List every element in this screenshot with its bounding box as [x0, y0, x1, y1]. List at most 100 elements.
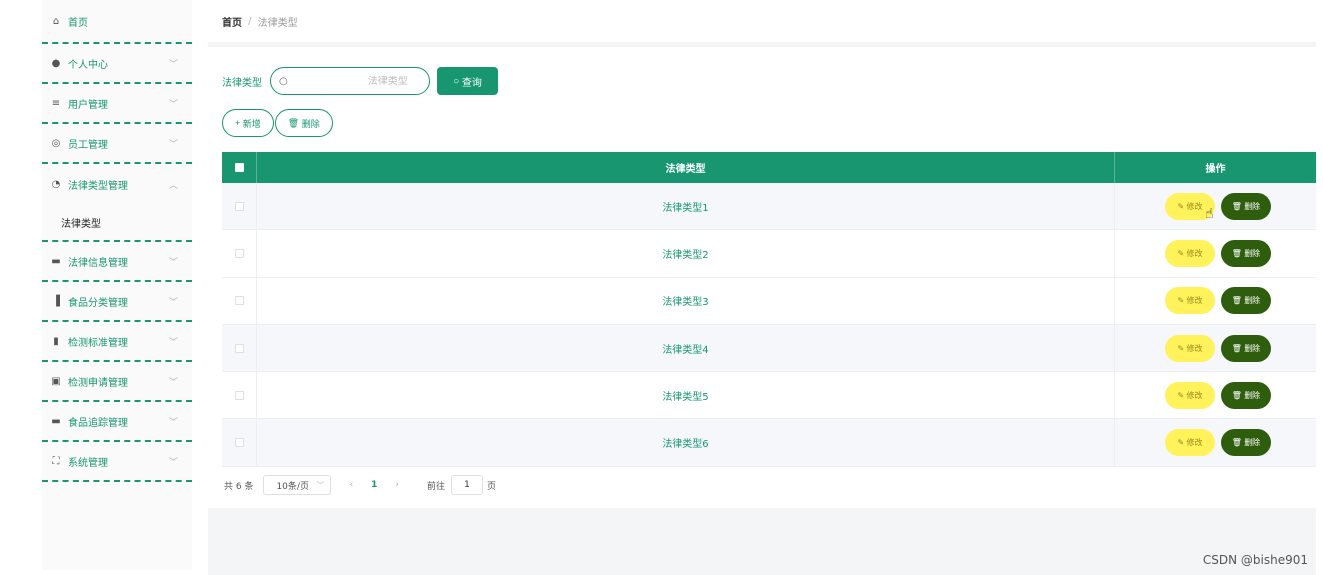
header-select-cell: [222, 152, 257, 183]
sidebar-item-employee-management[interactable]: ◎ 员工管理 ﹀: [42, 124, 192, 164]
search-icon: ○: [453, 75, 462, 87]
edit-button[interactable]: ✎ 修改: [1165, 429, 1215, 457]
sidebar-item-label: 法律类型管理: [68, 180, 128, 192]
edit-label: 修改: [1186, 390, 1203, 400]
chevron-up-icon: ︿: [168, 181, 178, 191]
hand-cursor-icon: ☝: [1205, 206, 1214, 222]
table-row: 法律类型2 ✎ 修改 🗑 删除: [222, 230, 1316, 278]
sidebar-item-system-management[interactable]: ⛶ 系统管理 ﹀: [42, 442, 192, 482]
table-header: 法律类型 操作: [222, 152, 1316, 183]
table-row: 法律类型5 ✎ 修改 🗑 删除: [222, 372, 1316, 420]
delete-button[interactable]: 🗑 删除: [1221, 192, 1271, 220]
next-page-button[interactable]: ›: [395, 480, 399, 490]
edit-icon: ✎: [1177, 343, 1187, 353]
batch-delete-button[interactable]: 🗑 删除: [274, 109, 333, 137]
table-row: 法律类型4 ✎ 修改 🗑 删除: [222, 324, 1316, 373]
row-checkbox[interactable]: [234, 201, 244, 211]
row-law-type: 法律类型2: [257, 230, 1115, 277]
user-icon: ●: [51, 57, 61, 69]
edit-button[interactable]: ✎ 修改: [1165, 287, 1215, 315]
add-button[interactable]: + 新增: [222, 109, 274, 137]
batch-delete-label: 删除: [301, 118, 320, 129]
chevron-down-icon: ﹀: [168, 60, 178, 70]
breadcrumb-home[interactable]: 首页: [222, 14, 242, 29]
chevron-down-icon: ﹀: [168, 338, 178, 348]
row-law-type: 法律类型6: [257, 419, 1115, 466]
sidebar-item-home[interactable]: ⌂ 首页: [42, 0, 192, 44]
trash-icon: 🗑: [287, 117, 302, 128]
sidebar-item-label: 检测申请管理: [68, 377, 128, 389]
sidebar-item-label: 检测标准管理: [68, 337, 128, 349]
row-checkbox[interactable]: [234, 343, 244, 353]
table-row: 法律类型1 ✎ 修改 🗑 删除: [222, 183, 1316, 231]
trash-icon: 🗑: [1231, 390, 1245, 400]
sidebar-item-label: 系统管理: [68, 457, 108, 469]
search-input[interactable]: [287, 75, 408, 87]
row-operations: ✎ 修改 🗑 删除: [1115, 419, 1316, 465]
search-field[interactable]: ○: [270, 67, 430, 95]
row-operations: ✎ 修改 🗑 删除: [1115, 183, 1316, 229]
prev-page-button[interactable]: ‹: [349, 480, 353, 490]
delete-label: 删除: [1244, 201, 1261, 211]
row-checkbox[interactable]: [234, 248, 244, 258]
edit-button[interactable]: ✎ 修改: [1165, 381, 1215, 409]
watermark: CSDN @bishe901: [1202, 553, 1308, 567]
query-button-label: 查询: [461, 77, 482, 89]
gauge-icon: ◔: [51, 178, 61, 190]
sidebar-subitem-law-type[interactable]: 法律类型: [42, 204, 192, 242]
plus-icon: +: [235, 118, 243, 128]
chevron-down-icon: ﹀: [316, 480, 325, 490]
page-size-select[interactable]: 10条/页 ﹀: [263, 475, 332, 495]
pagination-total: 共 6 条: [224, 481, 254, 492]
chart-icon: ▮: [53, 335, 59, 347]
content-footer-area: [208, 508, 1316, 575]
trash-icon: 🗑: [1231, 248, 1245, 258]
page-number-current[interactable]: 1: [371, 480, 377, 490]
delete-button[interactable]: 🗑 删除: [1221, 381, 1271, 409]
edit-button[interactable]: ✎ 修改: [1165, 334, 1215, 362]
row-law-type: 法律类型5: [257, 372, 1115, 419]
goto-page-input[interactable]: 1: [450, 475, 483, 495]
clipboard-icon: ▣: [51, 375, 61, 387]
delete-button[interactable]: 🗑 删除: [1221, 429, 1271, 457]
row-operations: ✎ 修改 🗑 删除: [1115, 372, 1316, 418]
sidebar-item-user-management[interactable]: ≡ 用户管理 ﹀: [42, 84, 192, 124]
delete-button[interactable]: 🗑 删除: [1221, 287, 1271, 315]
frame-icon: ⛶: [52, 455, 60, 467]
edit-label: 修改: [1186, 201, 1203, 211]
row-operations: ✎ 修改 🗑 删除: [1115, 325, 1316, 371]
trash-icon: 🗑: [1231, 438, 1245, 448]
goto-suffix: 页: [486, 481, 496, 492]
sidebar-item-law-type-management[interactable]: ◔ 法律类型管理 ︿: [42, 164, 192, 204]
sidebar-item-label: 用户管理: [68, 99, 108, 111]
edit-icon: ✎: [1177, 248, 1187, 258]
sidebar-item-law-info-management[interactable]: ▬ 法律信息管理 ﹀: [42, 242, 192, 282]
search-label: 法律类型: [222, 77, 262, 89]
breadcrumb-separator: /: [248, 15, 252, 27]
select-all-checkbox[interactable]: [234, 163, 244, 172]
sidebar-item-label: 食品追踪管理: [68, 417, 128, 429]
query-button[interactable]: ○ 查询: [437, 67, 498, 95]
sidebar-subitem-label: 法律类型: [61, 218, 101, 230]
globe-icon: ◎: [51, 137, 61, 149]
sidebar-item-food-tracking-management[interactable]: ▬ 食品追踪管理 ﹀: [42, 402, 192, 442]
main-content: 首页 / 法律类型 法律类型 ○ ○ 查询 + 新增 🗑 删除: [208, 0, 1316, 575]
sidebar-item-food-category-management[interactable]: ▐ 食品分类管理 ﹀: [42, 282, 192, 322]
row-checkbox[interactable]: [234, 438, 244, 448]
row-operations: ✎ 修改 🗑 删除: [1115, 230, 1316, 276]
sidebar-item-test-standard-management[interactable]: ▮ 检测标准管理 ﹀: [42, 322, 192, 362]
row-checkbox[interactable]: [234, 296, 244, 306]
chevron-down-icon: ﹀: [168, 378, 178, 388]
delete-label: 删除: [1244, 343, 1261, 353]
sidebar-item-label: 首页: [68, 17, 88, 29]
delete-button[interactable]: 🗑 删除: [1221, 334, 1271, 362]
edit-label: 修改: [1186, 296, 1203, 306]
row-checkbox[interactable]: [234, 390, 244, 400]
edit-button[interactable]: ✎ 修改: [1165, 239, 1215, 267]
table-row: 法律类型3 ✎ 修改 🗑 删除: [222, 277, 1316, 325]
delete-button[interactable]: 🗑 删除: [1221, 239, 1271, 267]
breadcrumb: 首页 / 法律类型: [208, 0, 1316, 47]
delete-label: 删除: [1244, 248, 1261, 258]
sidebar-item-personal-center[interactable]: ● 个人中心 ﹀: [42, 44, 192, 84]
sidebar-item-test-application-management[interactable]: ▣ 检测申请管理 ﹀: [42, 362, 192, 402]
